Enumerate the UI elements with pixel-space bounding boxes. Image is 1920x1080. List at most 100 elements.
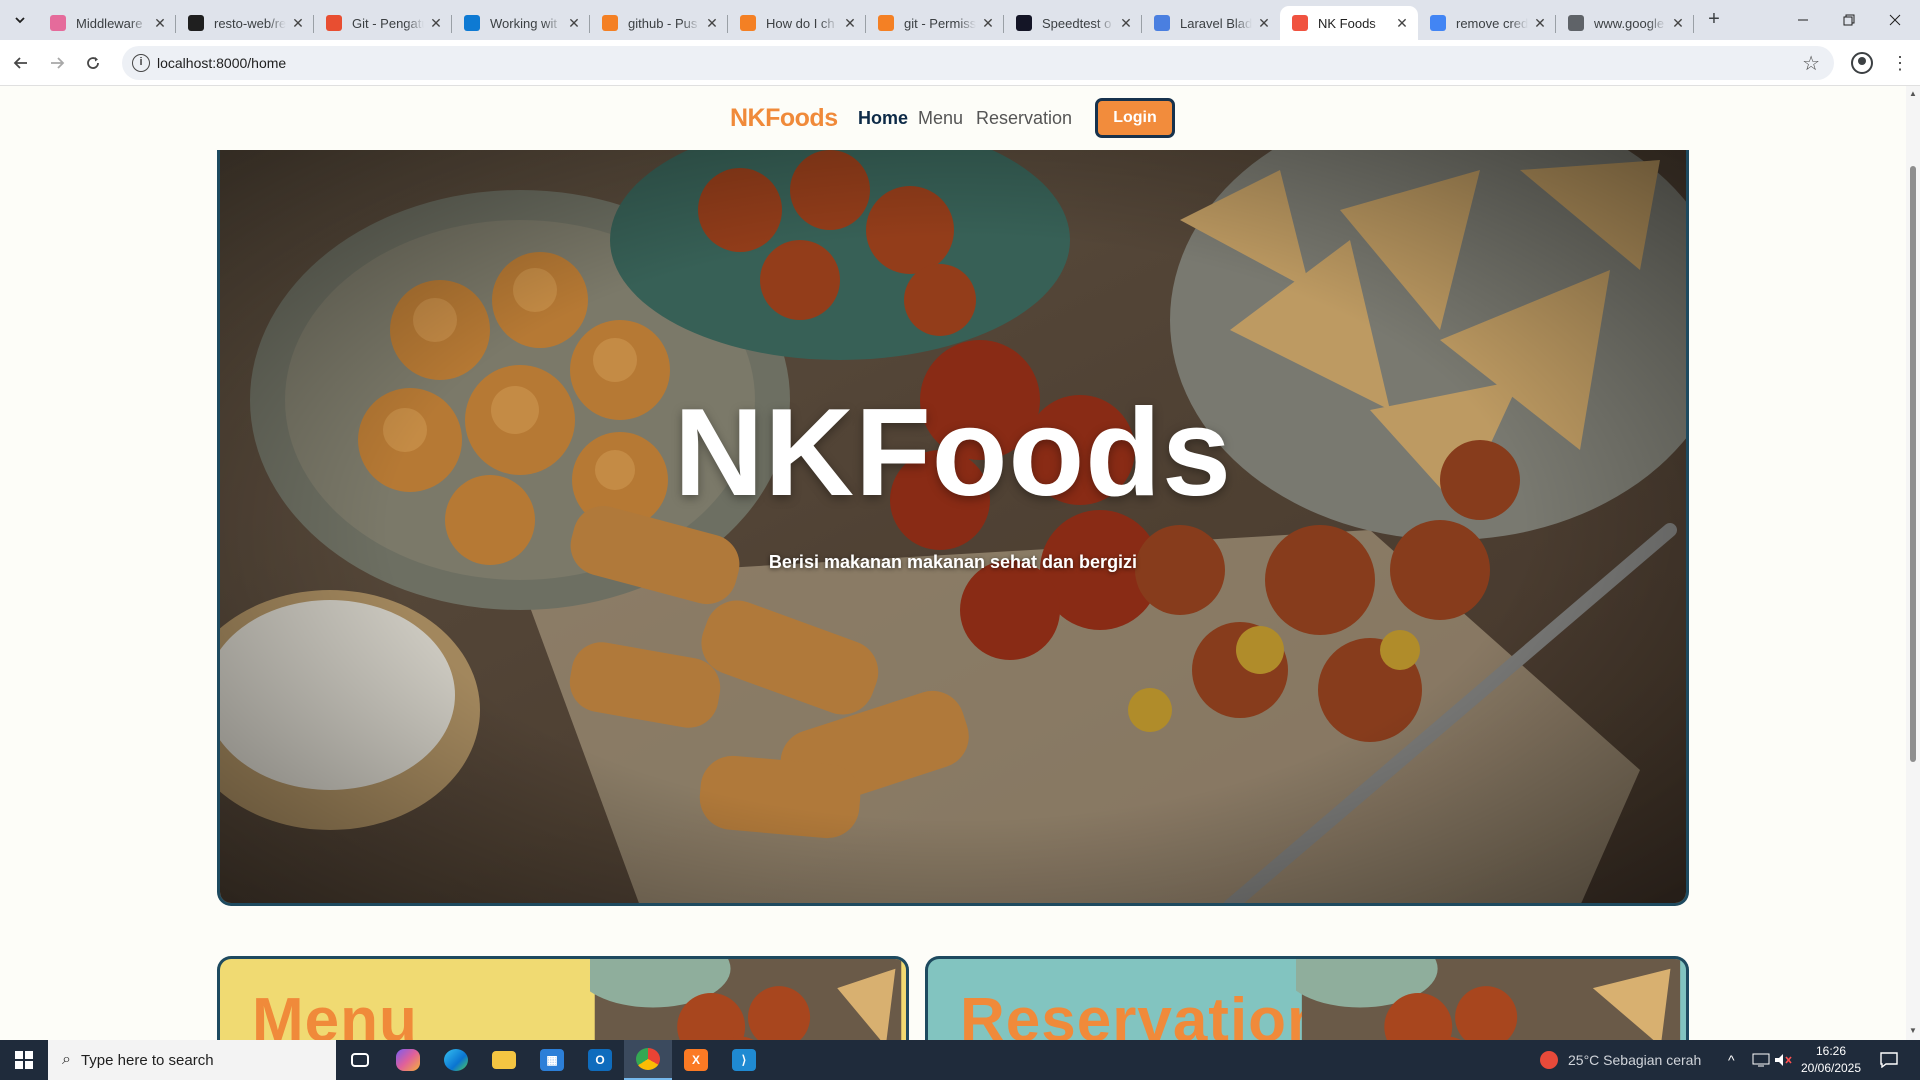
hero-banner: NKFoods Berisi makanan makanan sehat dan… <box>217 150 1689 906</box>
scrollbar-thumb[interactable] <box>1910 166 1916 762</box>
site-brand-logo[interactable]: NKFoods <box>730 104 838 133</box>
tab-close-icon[interactable]: ✕ <box>704 15 720 31</box>
code-braces-favicon-icon <box>1154 15 1170 31</box>
taskbar-search-placeholder: Type here to search <box>80 1051 214 1069</box>
bookmark-star-icon[interactable]: ☆ <box>1802 51 1820 76</box>
tab-title: www.google <box>1594 15 1665 31</box>
taskbar-clock[interactable]: 16:26 20/06/2025 <box>1795 1043 1867 1077</box>
tab-close-icon[interactable]: ✕ <box>1394 15 1410 31</box>
forward-arrow-icon[interactable] <box>43 49 71 77</box>
tab-close-icon[interactable]: ✕ <box>1118 15 1134 31</box>
weather-widget[interactable]: 25°C Sebagian cerah <box>1540 1040 1701 1080</box>
hero-title: NKFoods <box>673 384 1233 522</box>
browser-tab[interactable]: github - Pus ✕ <box>590 6 728 40</box>
edge-browser-icon[interactable] <box>432 1040 480 1080</box>
middleware-favicon-icon <box>50 15 66 31</box>
nav-link-reservation[interactable]: Reservation <box>976 108 1072 129</box>
tab-title: remove cred <box>1456 15 1528 31</box>
browser-tab[interactable]: NK Foods ✕ <box>1280 6 1418 40</box>
browser-tab[interactable]: remove cred ✕ <box>1418 6 1556 40</box>
chrome-menu-icon[interactable]: ⋮ <box>1891 50 1909 76</box>
browser-tab[interactable]: Middleware ✕ <box>38 6 176 40</box>
git-favicon-icon <box>326 15 342 31</box>
weather-text: 25°C Sebagian cerah <box>1568 1052 1702 1068</box>
weather-icon <box>1540 1051 1558 1069</box>
browser-tab[interactable]: resto-web/re ✕ <box>176 6 314 40</box>
vscode-taskbar-icon[interactable]: ⟩ <box>720 1040 768 1080</box>
notifications-icon[interactable] <box>1880 1040 1898 1080</box>
tab-close-icon[interactable]: ✕ <box>980 15 996 31</box>
tab-separator <box>1693 15 1694 33</box>
outlook-icon[interactable]: O <box>576 1040 624 1080</box>
nav-link-home[interactable]: Home <box>858 108 908 129</box>
tab-title: git - Permiss <box>904 15 976 31</box>
tab-close-icon[interactable]: ✕ <box>1256 15 1272 31</box>
tab-close-icon[interactable]: ✕ <box>428 15 444 31</box>
reservation-card-image <box>1296 959 1681 1040</box>
browser-tab-strip: Middleware ✕ resto-web/re ✕ Git - Pengatu ✕ Wo… <box>0 0 1920 40</box>
xampp-icon[interactable]: X <box>672 1040 720 1080</box>
tab-search-chevron-icon[interactable] <box>8 8 32 32</box>
hero-subtitle: Berisi makanan makanan sehat dan bergizi <box>768 552 1138 572</box>
tab-close-icon[interactable]: ✕ <box>290 15 306 31</box>
reservation-card-title: Reservation <box>960 986 1326 1040</box>
browser-tab[interactable]: Working wit ✕ <box>452 6 590 40</box>
copilot-icon[interactable] <box>384 1040 432 1080</box>
back-arrow-icon[interactable] <box>7 49 35 77</box>
laravel-favicon-icon <box>1292 15 1308 31</box>
address-bar[interactable]: i localhost:8000/home ☆ <box>122 46 1834 80</box>
clock-time: 16:26 <box>1815 1044 1847 1058</box>
browser-tab[interactable]: www.google ✕ <box>1556 6 1694 40</box>
browser-tab[interactable]: Laravel Blad ✕ <box>1142 6 1280 40</box>
show-hidden-icons-chevron-icon[interactable]: ^ <box>1728 1040 1735 1080</box>
tab-close-icon[interactable]: ✕ <box>842 15 858 31</box>
menu-card[interactable]: Menu <box>217 956 909 1040</box>
close-window-button[interactable] <box>1872 0 1918 40</box>
browser-tab[interactable]: git - Permiss ✕ <box>866 6 1004 40</box>
nav-link-menu[interactable]: Menu <box>918 108 963 129</box>
tab-title: Middleware <box>76 15 143 31</box>
scroll-down-arrow-icon[interactable]: ▼ <box>1909 1026 1917 1035</box>
browser-tab[interactable]: How do I ch ✕ <box>728 6 866 40</box>
stackoverflow-favicon-icon <box>602 15 618 31</box>
globe-favicon-icon <box>1568 15 1584 31</box>
windows-taskbar: ⌕ Type here to search ▦ O X ⟩ 25°C Sebag… <box>0 1040 1920 1080</box>
url-text[interactable]: localhost:8000/home <box>157 55 286 71</box>
browser-toolbar: i localhost:8000/home ☆ <box>0 40 1920 86</box>
google-favicon-icon <box>1430 15 1446 31</box>
site-navbar: NKFoods Home Menu Reservation Login <box>0 86 1906 150</box>
minimize-button[interactable] <box>1780 0 1826 40</box>
file-explorer-icon[interactable] <box>480 1040 528 1080</box>
hero-food-image <box>220 150 1686 903</box>
tab-close-icon[interactable]: ✕ <box>1670 15 1686 31</box>
volume-muted-icon[interactable] <box>1774 1040 1792 1080</box>
reservation-card[interactable]: Reservation <box>925 956 1689 1040</box>
site-info-icon[interactable]: i <box>132 54 150 72</box>
microsoft-store-icon[interactable]: ▦ <box>528 1040 576 1080</box>
tab-title: Git - Pengatu <box>352 15 424 31</box>
tab-close-icon[interactable]: ✕ <box>566 15 582 31</box>
page-scrollbar[interactable]: ▲ ▼ <box>1906 86 1920 1040</box>
chrome-taskbar-icon[interactable] <box>624 1040 672 1080</box>
windows-start-icon[interactable] <box>0 1040 48 1080</box>
tab-title: resto-web/re <box>214 15 286 31</box>
browser-tab[interactable]: Git - Pengatu ✕ <box>314 6 452 40</box>
tab-title: Working wit <box>490 15 557 31</box>
tab-title: Laravel Blad <box>1180 15 1252 31</box>
page-viewport: NKFoods Home Menu Reservation Login NKFo… <box>0 86 1906 1040</box>
reload-icon[interactable] <box>79 49 107 77</box>
tab-title: How do I ch <box>766 15 835 31</box>
restore-button[interactable] <box>1826 0 1872 40</box>
speedtest-favicon-icon <box>1016 15 1032 31</box>
login-button[interactable]: Login <box>1095 98 1175 138</box>
scroll-up-arrow-icon[interactable]: ▲ <box>1909 89 1917 98</box>
profile-avatar-icon[interactable] <box>1851 52 1873 74</box>
tab-close-icon[interactable]: ✕ <box>1532 15 1548 31</box>
network-icon[interactable] <box>1752 1040 1770 1080</box>
clock-date: 20/06/2025 <box>1800 1061 1862 1075</box>
new-tab-button[interactable]: + <box>1702 8 1726 32</box>
taskbar-search-box[interactable]: ⌕ Type here to search <box>48 1040 336 1080</box>
browser-tab[interactable]: Speedtest o ✕ <box>1004 6 1142 40</box>
tab-close-icon[interactable]: ✕ <box>152 15 168 31</box>
task-view-icon[interactable] <box>336 1040 384 1080</box>
